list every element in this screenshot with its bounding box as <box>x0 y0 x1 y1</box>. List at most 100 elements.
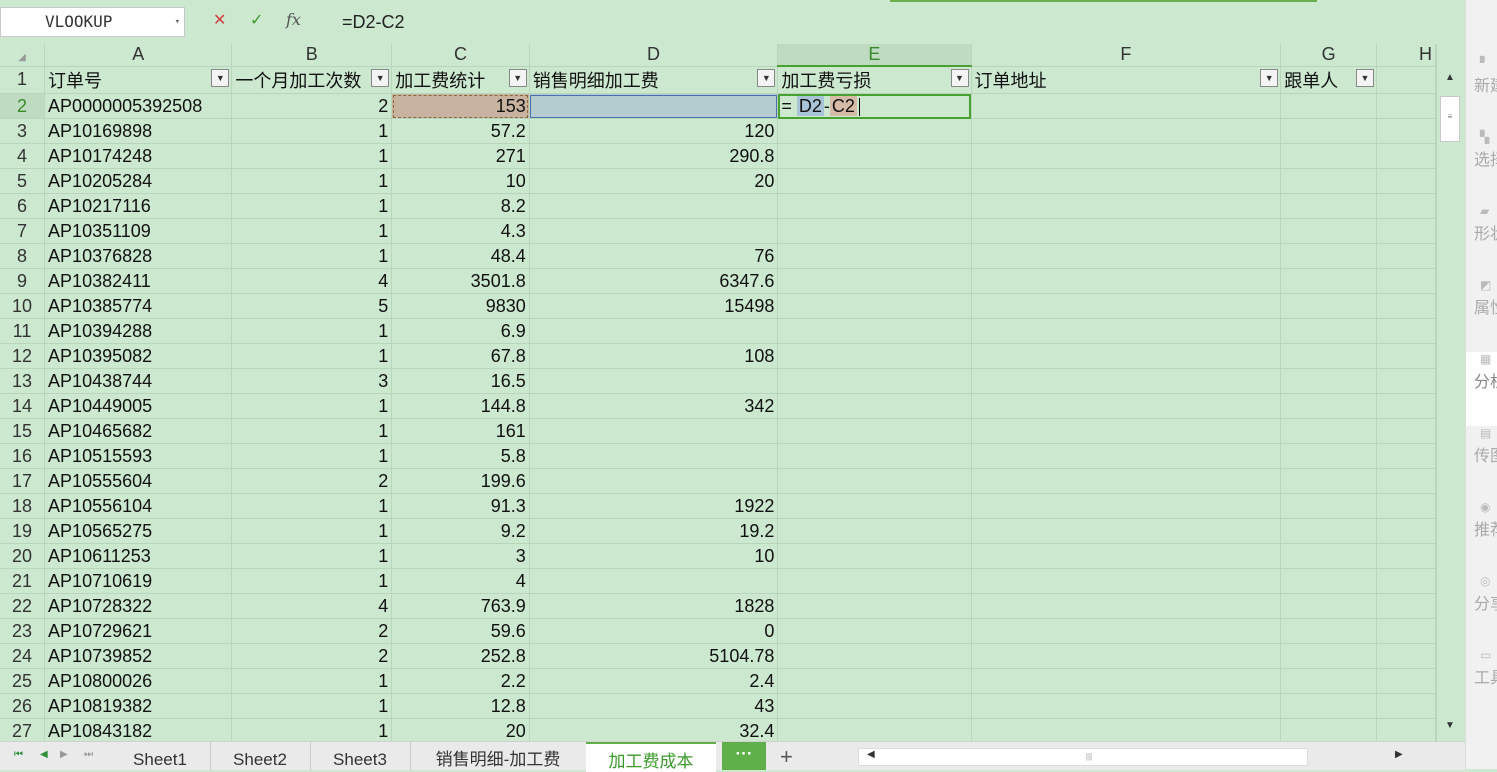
header-cell-fee-stats[interactable]: 加工费统计 ▼ <box>391 66 530 94</box>
tab-sales-detail[interactable]: 销售明细-加工费 <box>410 742 587 770</box>
cell-fee-loss[interactable] <box>777 193 972 219</box>
cell-sales-fee[interactable]: 10 <box>529 543 779 569</box>
formula-input[interactable]: =D2-C2 <box>330 7 1465 37</box>
cell-fee-stats[interactable]: 8.2 <box>391 193 530 219</box>
row-header[interactable]: 20 <box>0 543 46 569</box>
cell-fee-loss[interactable] <box>777 143 972 169</box>
column-header-h[interactable]: H <box>1376 44 1436 67</box>
side-panel-item[interactable]: ◉ 推荐 <box>1466 500 1497 574</box>
cell[interactable] <box>1376 493 1436 519</box>
select-all-corner[interactable]: ◢ <box>0 44 46 67</box>
cell-sales-fee[interactable] <box>529 568 779 594</box>
cell-order-address[interactable] <box>971 618 1282 644</box>
cell-fee-stats[interactable]: 153 <box>391 93 530 119</box>
tab-processing-cost[interactable]: 加工费成本 <box>586 742 716 772</box>
row-header[interactable]: 27 <box>0 718 46 741</box>
side-panel-item[interactable]: ▰ 形状 <box>1466 204 1497 278</box>
cell-order-no[interactable]: AP10819382 <box>44 693 233 719</box>
cell-order-address[interactable] <box>971 693 1282 719</box>
cell[interactable] <box>1376 168 1436 194</box>
first-sheet-icon[interactable]: ⏮ <box>14 749 23 760</box>
cell-follower[interactable] <box>1280 93 1377 119</box>
cell-follower[interactable] <box>1280 343 1377 369</box>
cell[interactable] <box>1376 118 1436 144</box>
cell-follower[interactable] <box>1280 593 1377 619</box>
cell-order-address[interactable] <box>971 193 1282 219</box>
cell-sales-fee[interactable] <box>529 218 779 244</box>
cell-order-address[interactable] <box>971 243 1282 269</box>
cell-order-address[interactable] <box>971 168 1282 194</box>
row-header[interactable]: 14 <box>0 393 46 419</box>
cell-order-address[interactable] <box>971 118 1282 144</box>
cell-monthly-count[interactable]: 2 <box>231 618 393 644</box>
row-header[interactable]: 16 <box>0 443 46 469</box>
cell-fee-stats[interactable]: 3 <box>391 543 530 569</box>
cell-monthly-count[interactable]: 4 <box>231 268 393 294</box>
horizontal-scrollbar[interactable]: ◀ ||| <box>858 748 1308 766</box>
row-header[interactable]: 1 <box>0 66 46 94</box>
row-header[interactable]: 11 <box>0 318 46 344</box>
cell[interactable] <box>1376 468 1436 494</box>
cell-monthly-count[interactable]: 1 <box>231 493 393 519</box>
cell-order-address[interactable] <box>971 668 1282 694</box>
cell-order-address[interactable] <box>971 368 1282 394</box>
cell-monthly-count[interactable]: 1 <box>231 568 393 594</box>
cell-follower[interactable] <box>1280 618 1377 644</box>
header-cell-fee-loss[interactable]: 加工费亏损 ▼ <box>777 66 972 94</box>
row-header[interactable]: 10 <box>0 293 46 319</box>
cell-order-address[interactable] <box>971 143 1282 169</box>
cell-order-no[interactable]: AP10351109 <box>44 218 233 244</box>
cell-fee-loss[interactable] <box>777 568 972 594</box>
cell-sales-fee[interactable]: 5104.78 <box>529 643 779 669</box>
cell-sales-fee[interactable]: 43 <box>529 693 779 719</box>
cell-fee-loss[interactable] <box>777 543 972 569</box>
cell-follower[interactable] <box>1280 268 1377 294</box>
row-header[interactable]: 8 <box>0 243 46 269</box>
horizontal-scroll-thumb[interactable]: ||| <box>889 749 1289 765</box>
tab-sheet1[interactable]: Sheet1 <box>110 742 211 770</box>
cell[interactable] <box>1376 393 1436 419</box>
cell-order-address[interactable] <box>971 493 1282 519</box>
cell-follower[interactable] <box>1280 543 1377 569</box>
next-sheet-icon[interactable]: ▶ <box>60 749 68 760</box>
cell-monthly-count[interactable]: 1 <box>231 168 393 194</box>
cell-monthly-count[interactable]: 1 <box>231 693 393 719</box>
vertical-scroll-thumb[interactable]: ≡ <box>1440 96 1460 142</box>
cell-order-address[interactable] <box>971 543 1282 569</box>
filter-dropdown-icon[interactable]: ▼ <box>757 68 776 87</box>
cell[interactable] <box>1376 193 1436 219</box>
cell-order-no[interactable]: AP10395082 <box>44 343 233 369</box>
cell-order-no[interactable]: AP10843182 <box>44 718 233 741</box>
column-header-b[interactable]: B <box>231 44 393 67</box>
cell-order-address[interactable] <box>971 593 1282 619</box>
cell-monthly-count[interactable]: 1 <box>231 518 393 544</box>
cell-monthly-count[interactable]: 1 <box>231 668 393 694</box>
cell-monthly-count[interactable]: 3 <box>231 368 393 394</box>
cell-sales-fee[interactable]: 19.2 <box>529 518 779 544</box>
cell-sales-fee[interactable]: 0 <box>529 618 779 644</box>
row-header[interactable]: 9 <box>0 268 46 294</box>
cell-order-address[interactable] <box>971 443 1282 469</box>
cell-follower[interactable] <box>1280 718 1377 741</box>
cell[interactable] <box>1376 243 1436 269</box>
filter-dropdown-icon[interactable]: ▼ <box>1260 68 1279 87</box>
cell-order-no[interactable]: AP10515593 <box>44 443 233 469</box>
cell-fee-loss[interactable] <box>777 443 972 469</box>
cell-fee-stats[interactable]: 9.2 <box>391 518 530 544</box>
header-cell-sales-fee[interactable]: 销售明细加工费 ▼ <box>529 66 779 94</box>
cell-fee-stats[interactable]: 20 <box>391 718 530 741</box>
cell[interactable] <box>1376 143 1436 169</box>
cell-sales-fee[interactable] <box>529 318 779 344</box>
cell-order-address[interactable] <box>971 318 1282 344</box>
cell-sales-fee[interactable]: 342 <box>529 393 779 419</box>
cell-follower[interactable] <box>1280 293 1377 319</box>
filter-dropdown-icon[interactable]: ▼ <box>371 68 390 87</box>
cell-order-address[interactable] <box>971 468 1282 494</box>
column-header-a[interactable]: A <box>44 44 233 67</box>
cell-follower[interactable] <box>1280 643 1377 669</box>
cell-order-address[interactable] <box>971 418 1282 444</box>
cell-monthly-count[interactable]: 1 <box>231 218 393 244</box>
scroll-up-icon[interactable]: ▲ <box>1445 72 1455 83</box>
cell-order-address[interactable] <box>971 393 1282 419</box>
cell[interactable] <box>1376 268 1436 294</box>
